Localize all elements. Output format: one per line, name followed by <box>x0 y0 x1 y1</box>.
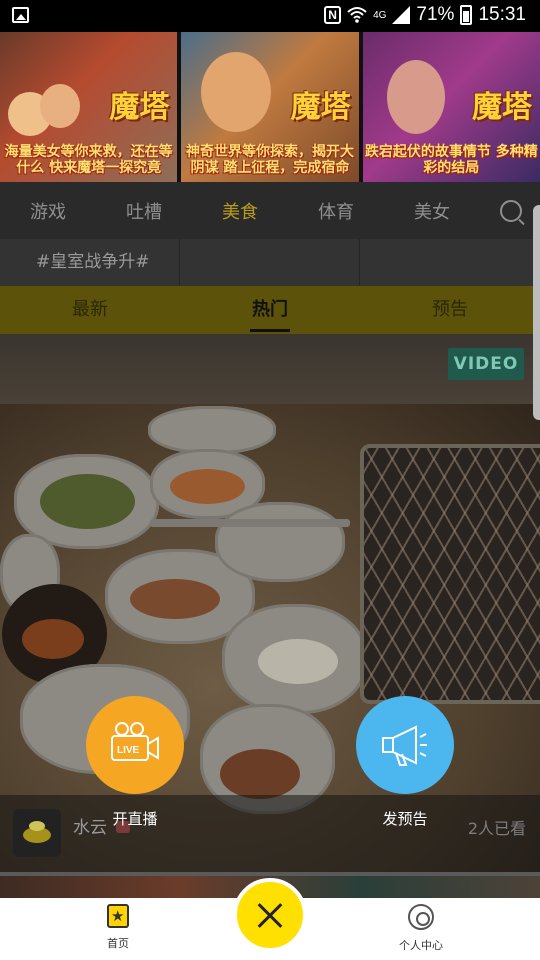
category-game[interactable]: 游戏 <box>0 198 96 224</box>
character-art <box>386 60 445 134</box>
close-menu-button[interactable] <box>233 878 307 952</box>
nfc-icon: N <box>324 6 342 24</box>
megaphone-icon <box>382 725 427 766</box>
character-art <box>201 52 272 132</box>
category-beauty[interactable]: 美女 <box>384 198 480 224</box>
battery-percent: 71% <box>416 4 455 25</box>
food-item <box>220 749 300 799</box>
promo-banner[interactable]: 魔塔 海量美女等你来救，还在等什么 快来魔塔一探究竟 魔塔 神奇世界等你探索，揭… <box>0 32 540 182</box>
banner-caption: 海量美女等你来救，还在等什么 快来魔塔一探究竟 <box>4 144 173 176</box>
clock: 15:31 <box>478 4 526 25</box>
wifi-icon <box>347 7 367 23</box>
banner-caption: 神奇世界等你探索，揭开大阴谋 踏上征程，完成宿命 <box>185 144 354 176</box>
nav-home-label: 首页 <box>107 937 129 950</box>
category-rant[interactable]: 吐槽 <box>96 198 192 224</box>
tongs <box>150 519 350 527</box>
divider <box>0 872 540 876</box>
game-logo: 魔塔 <box>109 90 170 125</box>
battery-icon <box>460 5 473 25</box>
tab-hot[interactable]: 热门 <box>180 286 360 334</box>
game-logo: 魔塔 <box>290 90 351 125</box>
food-item <box>22 619 84 659</box>
gallery-icon <box>12 7 29 23</box>
banner-panel[interactable]: 魔塔 跌宕起伏的故事情节 多种精彩的结局 <box>362 32 540 182</box>
banner-panel[interactable]: 魔塔 海量美女等你来救，还在等什么 快来魔塔一探究竟 <box>0 32 178 182</box>
tab-preview[interactable]: 预告 <box>360 286 540 334</box>
live-camera-icon: LIVE <box>111 722 159 761</box>
live-text: LIVE <box>117 745 140 756</box>
food-item <box>40 474 135 529</box>
post-preview-button[interactable] <box>356 696 454 794</box>
banner-panel[interactable]: 魔塔 神奇世界等你探索，揭开大阴谋 踏上征程，完成宿命 <box>181 32 359 182</box>
feed-info-bar: 水云 2人已看 <box>0 795 540 872</box>
tab-latest[interactable]: 最新 <box>0 286 180 334</box>
topic-item[interactable]: #皇室战争升# <box>0 239 180 286</box>
topic-row: #皇室战争升# <box>0 239 540 286</box>
game-logo: 魔塔 <box>471 90 532 125</box>
grill <box>360 444 540 704</box>
nav-profile-label: 个人中心 <box>399 939 443 952</box>
feed-tabs: 最新 热门 预告 <box>0 286 540 334</box>
go-live-button[interactable]: LIVE <box>86 696 184 794</box>
video-badge: VIDEO <box>448 348 524 380</box>
food-plate <box>215 502 345 582</box>
home-star-icon <box>107 904 129 928</box>
edge-panel-handle[interactable] <box>533 205 540 420</box>
character-art <box>40 84 80 128</box>
category-food[interactable]: 美食 <box>192 198 288 224</box>
food-item <box>170 469 245 504</box>
category-sports[interactable]: 体育 <box>288 198 384 224</box>
search-icon[interactable] <box>500 200 522 222</box>
food-plate <box>148 406 276 454</box>
gear-icon <box>408 904 434 930</box>
category-nav: 游戏 吐槽 美食 体育 美女 <box>0 182 540 239</box>
banner-caption: 跌宕起伏的故事情节 多种精彩的结局 <box>364 144 538 176</box>
post-preview-label: 发预告 <box>382 810 428 828</box>
food-item <box>130 579 220 619</box>
go-live-label: 开直播 <box>112 810 158 828</box>
nav-profile[interactable]: 个人中心 <box>390 904 452 953</box>
avatar[interactable] <box>13 809 61 857</box>
food-item <box>258 639 338 684</box>
nav-home[interactable]: 首页 <box>90 904 146 951</box>
view-count: 2人已看 <box>467 819 526 838</box>
topic-item[interactable] <box>180 239 360 286</box>
network-type: 4G <box>373 9 387 21</box>
signal-icon <box>392 6 411 24</box>
status-bar: N 4G 71% 15:31 <box>0 0 540 32</box>
feed-card[interactable]: VIDEO <box>0 334 540 872</box>
topic-item[interactable] <box>360 239 540 286</box>
